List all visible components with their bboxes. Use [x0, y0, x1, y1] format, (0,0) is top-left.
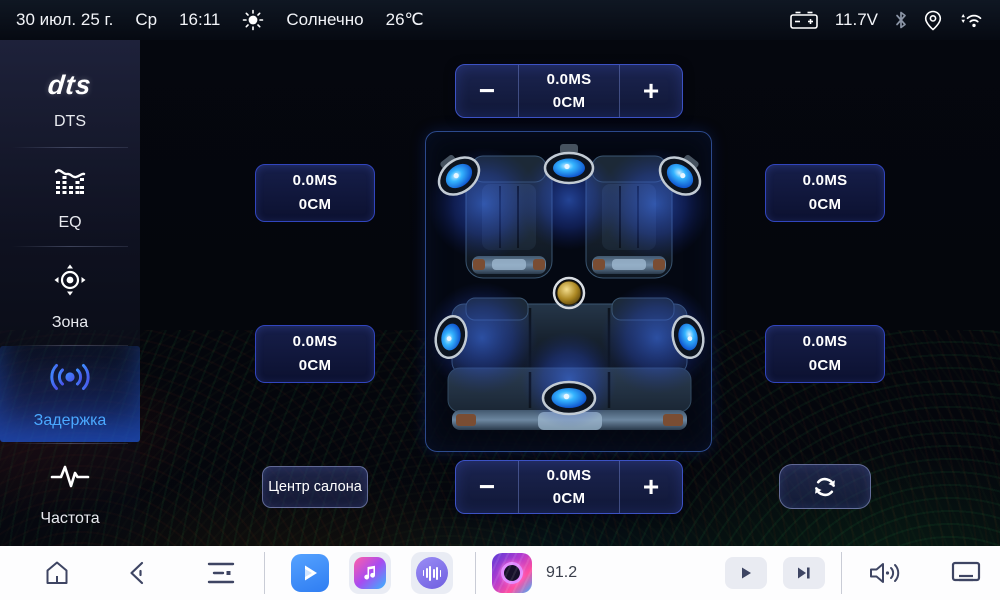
bottom-nav-bar: 91.2 — [0, 546, 1000, 600]
sidebar-divider — [12, 443, 128, 444]
sidebar-item-zone[interactable]: Зона — [0, 249, 140, 345]
nav-divider — [841, 552, 842, 594]
delay-icon — [48, 359, 92, 400]
status-time: 16:11 — [179, 10, 220, 30]
status-bar: 30 июл. 25 г. Ср 16:11 Солнечно 26℃ 11.7… — [0, 0, 1000, 40]
status-weekday: Ср — [135, 10, 157, 30]
video-player-app-icon[interactable] — [291, 554, 329, 592]
sidebar-item-frequency[interactable]: Частота — [0, 446, 140, 542]
front-delay-ms: 0.0MS — [547, 68, 592, 91]
home-icon[interactable] — [40, 558, 74, 588]
front-left-delay-box[interactable]: 0.0MS 0CM — [255, 164, 375, 222]
bluetooth-icon — [894, 10, 908, 30]
voice-app-icon[interactable] — [411, 552, 453, 594]
center-speaker-icon — [545, 144, 593, 183]
front-delay-stepper: − 0.0MS 0CM + — [455, 64, 683, 118]
status-weather-condition: Солнечно — [286, 10, 363, 30]
dts-logo-icon: dts — [47, 70, 94, 101]
zone-icon — [53, 263, 87, 302]
equalizer-icon — [53, 165, 87, 202]
rear-left-cm: 0CM — [299, 354, 332, 378]
status-voltage: 11.7V — [835, 10, 878, 30]
listening-position-knob — [554, 278, 584, 308]
back-icon[interactable] — [122, 559, 156, 587]
front-delay-value: 0.0MS 0CM — [518, 65, 620, 117]
frequency-icon — [50, 461, 90, 498]
nav-divider — [475, 552, 476, 594]
rear-delay-cm: 0CM — [553, 487, 586, 510]
sidebar: dts DTS EQ Зона Задержка — [0, 40, 140, 546]
front-right-delay-box[interactable]: 0.0MS 0CM — [765, 164, 885, 222]
sidebar-divider — [12, 147, 128, 148]
rear-delay-ms: 0.0MS — [547, 464, 592, 487]
sidebar-item-label: Частота — [40, 510, 99, 528]
cabin-center-label: Центр салона — [268, 479, 362, 495]
status-date: 30 июл. 25 г. — [16, 10, 113, 30]
car-cabin-panel — [425, 131, 712, 452]
front-delay-cm: 0CM — [553, 91, 586, 114]
radio-app-icon[interactable] — [492, 553, 532, 593]
rear-right-cm: 0CM — [809, 354, 842, 378]
sidebar-item-label: EQ — [58, 214, 81, 232]
rear-right-delay-box[interactable]: 0.0MS 0CM — [765, 325, 885, 383]
rear-left-delay-box[interactable]: 0.0MS 0CM — [255, 325, 375, 383]
sun-icon — [242, 9, 264, 31]
rear-delay-value: 0.0MS 0CM — [518, 461, 620, 513]
car-battery-icon — [789, 10, 819, 30]
nav-divider — [264, 552, 265, 594]
display-off-icon[interactable] — [946, 560, 986, 586]
sidebar-item-eq[interactable]: EQ — [0, 150, 140, 246]
front-left-cm: 0CM — [299, 193, 332, 217]
car-seats-illustration — [426, 132, 712, 452]
recent-apps-icon[interactable] — [204, 560, 238, 586]
sidebar-item-delay[interactable]: Задержка — [0, 346, 140, 442]
rear-right-ms: 0.0MS — [803, 330, 848, 354]
reset-delays-button[interactable] — [779, 464, 871, 509]
rear-left-ms: 0.0MS — [293, 330, 338, 354]
music-app-icon[interactable] — [349, 552, 391, 594]
head-unit-screen: 30 июл. 25 г. Ср 16:11 Солнечно 26℃ 11.7… — [0, 0, 1000, 600]
volume-icon[interactable] — [864, 559, 904, 587]
rear-delay-plus-button[interactable]: + — [620, 461, 682, 513]
front-right-cm: 0CM — [809, 193, 842, 217]
location-pin-icon — [924, 10, 942, 31]
front-delay-minus-button[interactable]: − — [456, 65, 518, 117]
rear-delay-stepper: − 0.0MS 0CM + — [455, 460, 683, 514]
sidebar-item-dts[interactable]: dts DTS — [0, 52, 140, 148]
front-left-ms: 0.0MS — [293, 169, 338, 193]
wifi-icon — [958, 10, 984, 30]
sidebar-item-label: Задержка — [34, 412, 107, 430]
radio-frequency-label: 91.2 — [546, 564, 577, 582]
rear-delay-minus-button[interactable]: − — [456, 461, 518, 513]
cabin-center-button[interactable]: Центр салона — [262, 466, 368, 508]
subwoofer-icon — [543, 382, 595, 414]
refresh-icon — [811, 473, 839, 501]
status-temperature: 26℃ — [386, 10, 424, 30]
play-button[interactable] — [725, 557, 767, 589]
sidebar-item-label: Зона — [52, 314, 88, 332]
front-right-ms: 0.0MS — [803, 169, 848, 193]
sidebar-divider — [12, 246, 128, 247]
next-track-button[interactable] — [783, 557, 825, 589]
sidebar-item-label: DTS — [54, 113, 86, 131]
front-delay-plus-button[interactable]: + — [620, 65, 682, 117]
